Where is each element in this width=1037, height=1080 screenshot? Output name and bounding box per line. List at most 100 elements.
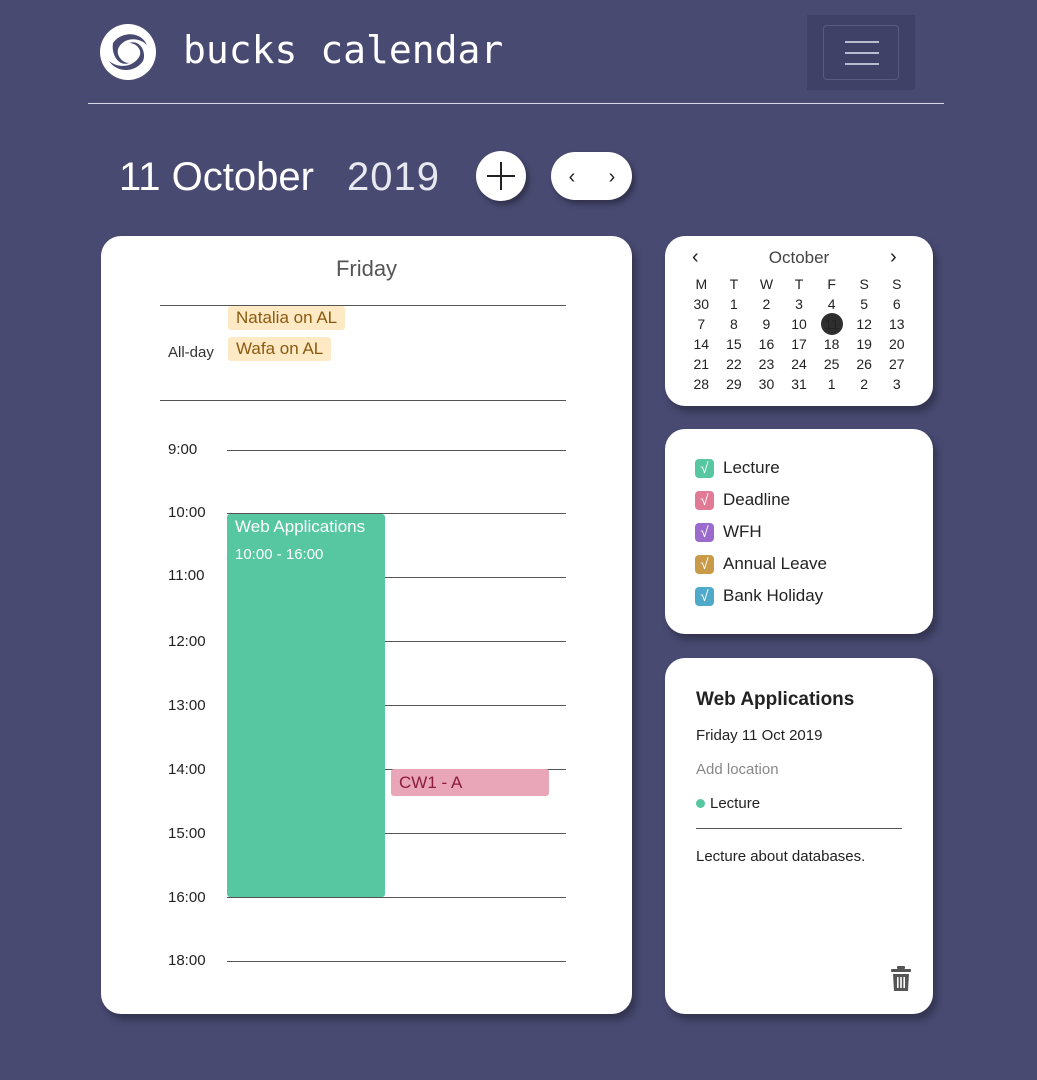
legend-item-annual-leave[interactable]: √ Annual Leave [695, 554, 827, 574]
mini-day-number: 26 [856, 356, 872, 372]
mini-week-row: 21 22 23 24 25 26 27 [685, 354, 913, 374]
mini-day[interactable]: 13 [880, 314, 913, 334]
prev-day-button[interactable]: ‹ [562, 166, 582, 189]
mini-day[interactable]: 12 [848, 314, 881, 334]
legend-item-deadline[interactable]: √ Deadline [695, 490, 790, 510]
time-label: 11:00 [168, 567, 205, 584]
mini-day[interactable]: 27 [880, 354, 913, 374]
header-divider [88, 103, 944, 104]
mini-day[interactable]: 8 [718, 314, 751, 334]
event-detail-panel: Web Applications Friday 11 Oct 2019 Add … [665, 658, 933, 1014]
checkbox-icon[interactable]: √ [695, 458, 714, 478]
time-label: 18:00 [168, 952, 206, 969]
category-dot-icon [696, 799, 705, 808]
mini-day[interactable]: 3 [880, 374, 913, 394]
allday-event[interactable]: Natalia on AL [228, 306, 346, 330]
mini-day[interactable]: 7 [685, 314, 718, 334]
allday-event[interactable]: Wafa on AL [228, 337, 332, 361]
mini-next-month-button[interactable]: › [890, 246, 897, 269]
detail-category: Lecture [696, 795, 760, 812]
event-web-applications[interactable]: Web Applications 10:00 - 16:00 [227, 514, 385, 897]
next-day-button[interactable]: › [602, 166, 622, 189]
checkbox-icon[interactable]: √ [695, 490, 714, 510]
mini-day[interactable]: 9 [750, 314, 783, 334]
mini-day[interactable]: 3 [783, 294, 816, 314]
mini-day-number: 18 [823, 336, 840, 352]
mini-day[interactable]: 18 [815, 334, 848, 354]
detail-description: Lecture about databases. [696, 848, 866, 865]
mini-day[interactable]: 1 [718, 294, 751, 314]
mini-day[interactable]: 23 [750, 354, 783, 374]
day-view: Friday Natalia on AL All-day Wafa on AL … [101, 236, 632, 1014]
mini-day-number: 13 [888, 316, 905, 332]
hamburger-menu-icon [845, 63, 879, 65]
mini-day[interactable]: 17 [783, 334, 816, 354]
legend-item-bank-holiday[interactable]: √ Bank Holiday [695, 586, 823, 606]
mini-day[interactable]: 25 [815, 354, 848, 374]
mini-day-number: 12 [856, 316, 872, 332]
mini-day[interactable]: 28 [685, 374, 718, 394]
mini-day[interactable]: 2 [750, 294, 783, 314]
mini-day-number: 6 [892, 296, 901, 312]
mini-day[interactable]: 21 [685, 354, 718, 374]
mini-day-number: 30 [758, 376, 775, 392]
weekday-label: T [794, 276, 804, 292]
mini-day[interactable]: 14 [685, 334, 718, 354]
legend-label: WFH [723, 522, 762, 541]
mini-day[interactable]: 29 [718, 374, 751, 394]
legend-item-lecture[interactable]: √ Lecture [695, 458, 780, 478]
hamburger-menu-button[interactable] [823, 25, 899, 80]
mini-day[interactable]: 24 [783, 354, 816, 374]
trash-icon[interactable] [891, 966, 911, 992]
hour-line [227, 450, 566, 451]
mini-day[interactable]: 26 [848, 354, 881, 374]
mini-day-number: 1 [827, 376, 836, 392]
time-label: 13:00 [168, 697, 206, 714]
allday-top-rule [160, 305, 566, 306]
mini-day[interactable]: 19 [848, 334, 881, 354]
mini-day-number: 1 [729, 296, 738, 312]
mini-day[interactable]: 16 [750, 334, 783, 354]
menu-container [807, 15, 915, 90]
mini-day[interactable]: 11 [815, 313, 848, 335]
mini-day[interactable]: 30 [750, 374, 783, 394]
mini-day[interactable]: 2 [848, 374, 881, 394]
add-event-button[interactable] [476, 151, 526, 201]
add-location-field[interactable]: Add location [696, 761, 779, 778]
mini-day-number: 25 [823, 356, 840, 372]
mini-day-number: 4 [827, 296, 836, 312]
mini-day-number: 9 [762, 316, 771, 332]
detail-divider [696, 828, 902, 829]
time-label: 16:00 [168, 889, 206, 906]
mini-day[interactable]: 20 [880, 334, 913, 354]
mini-day[interactable]: 31 [783, 374, 816, 394]
time-label: 14:00 [168, 761, 206, 778]
mini-week-row: 28 29 30 31 1 2 3 [685, 374, 913, 394]
checkbox-icon[interactable]: √ [695, 554, 714, 574]
event-cw1-a[interactable]: CW1 - A [391, 769, 549, 796]
hour-line [227, 897, 566, 898]
mini-day-number: 2 [762, 296, 771, 312]
legend-item-wfh[interactable]: √ WFH [695, 522, 762, 542]
mini-day[interactable]: 30 [685, 294, 718, 314]
mini-day[interactable]: 5 [848, 294, 881, 314]
mini-day[interactable]: 6 [880, 294, 913, 314]
mini-day-number: 7 [697, 316, 706, 332]
mini-day-number: 3 [795, 296, 803, 312]
hamburger-menu-icon [845, 41, 879, 43]
mini-day-number: 16 [758, 336, 775, 352]
detail-date: Friday 11 Oct 2019 [696, 727, 823, 744]
mini-day-number: 5 [860, 296, 869, 312]
checkbox-icon[interactable]: √ [695, 522, 714, 542]
mini-day[interactable]: 10 [783, 314, 816, 334]
mini-day-number: 22 [726, 356, 742, 372]
mini-day[interactable]: 4 [815, 294, 848, 314]
mini-day[interactable]: 22 [718, 354, 751, 374]
legend-label: Annual Leave [723, 554, 827, 573]
mini-day[interactable]: 1 [815, 374, 848, 394]
current-year: 2019 [347, 155, 440, 199]
mini-day-number: 30 [693, 296, 710, 312]
bucks-logo-icon[interactable] [99, 23, 157, 81]
mini-day[interactable]: 15 [718, 334, 751, 354]
checkbox-icon[interactable]: √ [695, 586, 714, 606]
